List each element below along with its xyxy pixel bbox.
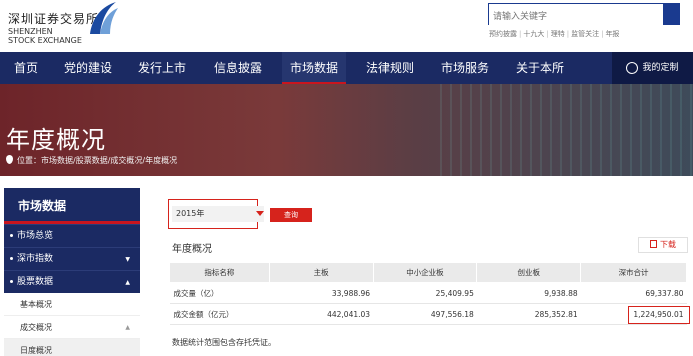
hot-links: 预约披露 | 十九大 | 理特 | 监管关注 | 年报	[489, 30, 620, 38]
nav-item-listing[interactable]: 发行上市	[138, 52, 186, 84]
table-cell: 69,337.80	[580, 282, 687, 304]
bullet-icon	[10, 257, 13, 260]
chevron-up-icon: ▲	[125, 279, 130, 286]
table-cell: 33,988.96	[269, 282, 374, 304]
sidebar-sub-label: 成交概况	[20, 323, 52, 332]
sidebar-sub-trading[interactable]: 成交概况 ▲	[4, 316, 140, 339]
page-banner: 年度概况 位置：市场数据/股票数据/成交概况/年度概况	[0, 84, 693, 176]
chevron-up-icon: ▲	[125, 324, 130, 331]
section-title: 年度概况	[172, 244, 212, 255]
sidebar-sub-basic[interactable]: 基本概况	[4, 293, 140, 316]
chevron-down-icon: ▼	[125, 256, 130, 263]
breadcrumb-text: 位置：市场数据/股票数据/成交概况/年度概况	[17, 156, 178, 165]
hot-link-4[interactable]: 监管关注	[571, 30, 599, 38]
hot-link-3[interactable]: 理特	[551, 30, 565, 38]
column-header: 深市合计	[580, 262, 687, 283]
nav-item-home[interactable]: 首页	[14, 52, 38, 84]
bullet-icon	[10, 234, 13, 237]
sidebar-item-market-overview[interactable]: 市场总览	[4, 224, 140, 247]
excel-icon	[650, 240, 657, 248]
table-cell: 442,041.03	[269, 303, 374, 325]
nav-item-disclosure[interactable]: 信息披露	[214, 52, 262, 84]
compass-icon	[626, 61, 639, 74]
banner-decoration	[440, 84, 693, 176]
footnote: 数据统计范围包含存托凭证。	[172, 338, 276, 347]
table-cell: 成交金额（亿元）	[169, 303, 270, 325]
sidebar-item-stock-data[interactable]: 股票数据 ▲	[4, 270, 140, 293]
column-header: 中小企业板	[372, 262, 478, 283]
szse-logo-icon[interactable]	[86, 0, 120, 36]
my-custom-label: 我的定制	[642, 63, 679, 73]
logo-english[interactable]: SHENZHEN STOCK EXCHANGE	[8, 27, 82, 45]
table-cell: 9,938.88	[476, 282, 581, 304]
table-cell: 285,352.81	[476, 303, 581, 325]
download-button[interactable]: 下载	[638, 237, 688, 253]
logo-english-line-2: STOCK EXCHANGE	[8, 36, 82, 45]
nav-item-market-data[interactable]: 市场数据	[282, 52, 346, 84]
nav-item-party[interactable]: 党的建设	[64, 52, 112, 84]
sidebar-sub-daily[interactable]: 日度概况	[4, 339, 140, 356]
nav-item-rules[interactable]: 法律规则	[366, 52, 414, 84]
sidebar-item-label: 市场总览	[17, 231, 54, 241]
sidebar: 市场数据 市场总览 深市指数 ▼ 股票数据 ▲ 基本概况 成交概况 ▲ 日度概况	[4, 188, 140, 356]
hot-link-2[interactable]: 十九大	[523, 30, 544, 38]
table-cell: 成交量（亿）	[169, 282, 270, 304]
hot-link-1[interactable]: 预约披露	[489, 30, 517, 38]
breadcrumb: 位置：市场数据/股票数据/成交概况/年度概况	[6, 155, 177, 166]
table-row: 成交量（亿） 33,988.96 25,409.95 9,938.88 69,3…	[169, 282, 687, 304]
my-custom-button[interactable]: 我的定制	[612, 52, 693, 84]
table-cell: 497,556.18	[373, 303, 477, 325]
download-label: 下载	[660, 240, 676, 249]
hot-link-5[interactable]: 年报	[605, 30, 619, 38]
sidebar-title: 市场数据	[4, 188, 140, 224]
year-select[interactable]: 2015年	[172, 206, 264, 222]
caret-down-icon[interactable]	[256, 211, 264, 216]
main-nav: 首页 党的建设 发行上市 信息披露 市场数据 法律规则 市场服务 关于本所 我的…	[0, 52, 693, 84]
column-header: 创业板	[476, 262, 582, 283]
annual-overview-table: 指标名称 主板 中小企业板 创业板 深市合计 成交量（亿） 33,988.96 …	[169, 262, 687, 325]
search-button[interactable]	[663, 3, 679, 25]
total-highlight-frame	[628, 306, 690, 324]
nav-item-about[interactable]: 关于本所	[516, 52, 564, 84]
column-header: 主板	[268, 262, 374, 283]
sidebar-item-label: 股票数据	[17, 277, 54, 287]
page-title: 年度概况	[6, 126, 106, 154]
bullet-icon	[10, 280, 13, 283]
top-bar: 深圳证券交易所 SHENZHEN STOCK EXCHANGE 预约披露|十九大…	[0, 0, 693, 52]
table-row: 成交金额（亿元） 442,041.03 497,556.18 285,352.8…	[169, 303, 687, 325]
query-button[interactable]: 查询	[270, 208, 312, 222]
table-header-row: 指标名称 主板 中小企业板 创业板 深市合计	[169, 262, 687, 283]
table-cell: 25,409.95	[373, 282, 477, 304]
nav-item-services[interactable]: 市场服务	[441, 52, 489, 84]
location-pin-icon	[6, 155, 13, 164]
search-box	[488, 3, 680, 27]
sidebar-item-label: 深市指数	[17, 254, 54, 264]
column-header: 指标名称	[169, 262, 270, 283]
sidebar-item-index[interactable]: 深市指数 ▼	[4, 247, 140, 270]
search-input[interactable]	[489, 7, 675, 27]
logo-english-line-1: SHENZHEN	[8, 27, 53, 36]
